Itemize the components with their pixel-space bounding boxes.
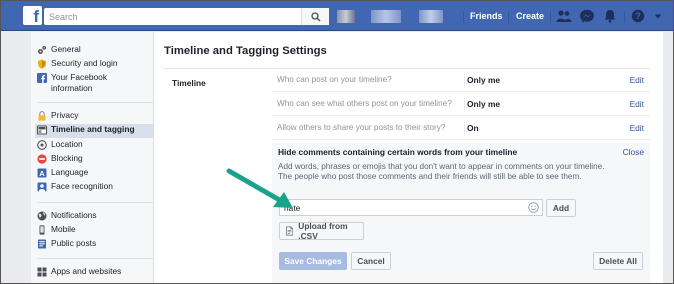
- settings-content: Timeline and Tagging Settings Timeline W…: [153, 32, 663, 283]
- sidebar-item-your-facebook-information[interactable]: Your Facebook information: [37, 72, 149, 96]
- sidebar-item-label: Location: [51, 139, 83, 149]
- edit-link[interactable]: Edit: [630, 99, 644, 109]
- upload-csv-label: Upload from .CSV: [298, 221, 348, 241]
- facebook-logo[interactable]: f: [23, 6, 42, 25]
- face-recognition-icon: [37, 182, 47, 192]
- close-link[interactable]: Close: [623, 147, 644, 157]
- value-divider: [464, 97, 465, 111]
- setting-row-share-to-story[interactable]: Allow others to share your posts to thei…: [272, 118, 650, 140]
- emoji-icon[interactable]: [528, 202, 539, 213]
- sidebar-item-label: Security and login: [51, 58, 118, 68]
- profile-avatar-blurred[interactable]: [337, 10, 355, 23]
- timeline-icon: [37, 125, 47, 135]
- sidebar-item-label: Mobile: [51, 224, 76, 234]
- setting-value: Only me: [467, 75, 501, 85]
- messenger-icon[interactable]: [579, 9, 595, 23]
- title-divider: [164, 68, 650, 69]
- friends-link[interactable]: Friends: [470, 11, 503, 21]
- upload-csv-button[interactable]: Upload from .CSV: [279, 221, 364, 241]
- document-icon: [286, 226, 294, 236]
- sidebar-item-label: Notifications: [51, 210, 97, 220]
- sidebar-item-location[interactable]: Location: [37, 139, 83, 153]
- value-divider: [464, 121, 465, 135]
- nav-separator: [624, 11, 625, 23]
- panel-description: Add words, phrases or emojis that you do…: [278, 162, 605, 182]
- facebook-icon: [37, 73, 47, 83]
- setting-value: On: [467, 123, 479, 133]
- blocked-word-input[interactable]: [280, 200, 520, 215]
- blocked-word-field[interactable]: [279, 199, 543, 216]
- panel-title: Hide comments containing certain words f…: [278, 147, 518, 157]
- setting-row-who-can-see-others-posts[interactable]: Who can see what others post on your tim…: [272, 94, 650, 116]
- nav-separator: [550, 11, 551, 23]
- sidebar-item-label: Timeline and tagging: [51, 124, 135, 134]
- sidebar-item-security[interactable]: Security and login: [37, 58, 118, 72]
- search-icon: [310, 11, 320, 21]
- sidebar-item-label: Blocking: [51, 153, 83, 163]
- create-link[interactable]: Create: [516, 11, 544, 21]
- gear-icon: [38, 46, 46, 54]
- screenshot-frame: f Friends Create: [0, 0, 674, 284]
- sidebar-item-label: Face recognition: [51, 181, 113, 191]
- setting-question: Who can post on your timeline?: [277, 75, 392, 84]
- edit-link[interactable]: Edit: [630, 123, 644, 133]
- sidebar-item-general[interactable]: General: [37, 44, 81, 58]
- help-icon[interactable]: ?: [630, 9, 646, 23]
- apps-icon: [37, 267, 47, 277]
- sidebar-item-label: Language: [51, 167, 89, 177]
- shield-icon: [38, 59, 46, 69]
- globe-icon: [37, 211, 47, 221]
- sidebar-item-privacy[interactable]: Privacy: [37, 110, 78, 124]
- sidebar-item-face-recognition[interactable]: Face recognition: [37, 181, 113, 195]
- lock-icon: [38, 111, 46, 121]
- setting-question: Allow others to share your posts to thei…: [277, 123, 446, 132]
- language-icon: A: [37, 168, 47, 178]
- search-input[interactable]: [44, 8, 302, 25]
- page-gutter: [663, 32, 673, 283]
- sidebar-item-label: Public posts: [51, 238, 97, 248]
- mobile-icon: [39, 225, 45, 235]
- save-changes-button[interactable]: Save Changes: [279, 252, 347, 270]
- setting-question: Who can see what others post on your tim…: [277, 99, 452, 108]
- home-link-blurred[interactable]: [419, 10, 443, 23]
- search-box[interactable]: [44, 8, 329, 25]
- svg-text:A: A: [39, 169, 45, 178]
- location-icon: [37, 140, 47, 150]
- sidebar-item-language[interactable]: A Language: [37, 167, 88, 181]
- sidebar-item-label: Your Facebook information: [51, 72, 108, 93]
- sidebar-item-label: General: [51, 44, 81, 54]
- sidebar-item-label: Privacy: [51, 110, 79, 120]
- setting-row-who-can-post[interactable]: Who can post on your timeline? Only me E…: [272, 70, 650, 92]
- edit-link[interactable]: Edit: [630, 75, 644, 85]
- sidebar-item-mobile[interactable]: Mobile: [37, 224, 76, 238]
- cancel-button[interactable]: Cancel: [351, 252, 391, 270]
- section-label-timeline: Timeline: [172, 78, 206, 88]
- public-posts-icon: [38, 239, 46, 249]
- setting-value: Only me: [467, 99, 501, 109]
- sidebar-item-label: Apps and websites: [51, 266, 122, 276]
- account-menu-icon[interactable]: [653, 9, 663, 23]
- add-button[interactable]: Add: [546, 199, 576, 217]
- sidebar-item-blocking[interactable]: Blocking: [37, 153, 83, 167]
- sidebar-item-public-posts[interactable]: Public posts: [37, 238, 96, 252]
- top-bar: f Friends Create: [1, 1, 673, 31]
- svg-text:?: ?: [635, 11, 641, 21]
- notifications-icon[interactable]: [602, 9, 618, 23]
- blocking-icon: [37, 154, 47, 164]
- sidebar-item-apps-and-websites[interactable]: Apps and websites: [37, 266, 121, 280]
- search-button[interactable]: [301, 8, 329, 25]
- value-divider: [464, 73, 465, 87]
- settings-sidebar: General Security and login Your Facebook…: [31, 32, 181, 283]
- nav-separator: [508, 11, 509, 23]
- profile-name-blurred[interactable]: [371, 10, 401, 23]
- hide-comments-panel: Hide comments containing certain words f…: [272, 143, 650, 283]
- page-title: Timeline and Tagging Settings: [164, 45, 327, 57]
- annotation-arrow-icon: [226, 168, 293, 208]
- delete-all-button[interactable]: Delete All: [593, 252, 643, 270]
- nav-separator: [463, 11, 464, 23]
- sidebar-item-notifications[interactable]: Notifications: [37, 210, 97, 224]
- friend-requests-icon[interactable]: [556, 9, 572, 23]
